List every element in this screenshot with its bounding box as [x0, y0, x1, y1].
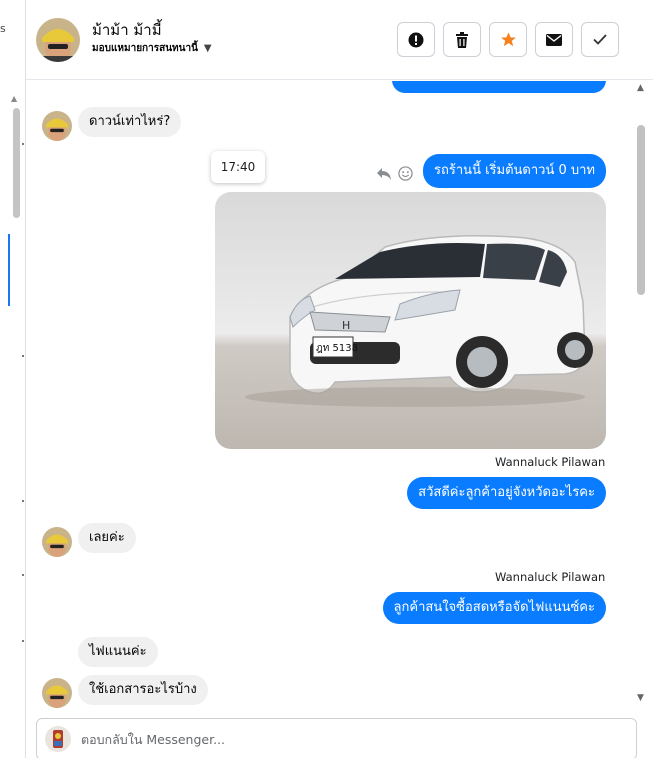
contact-avatar-small[interactable]	[42, 527, 72, 557]
contact-avatar[interactable]	[36, 18, 80, 62]
left-scrollbar-thumb[interactable]	[13, 108, 20, 218]
header-actions	[397, 22, 619, 57]
incoming-message[interactable]: เลยค่ะ	[78, 523, 136, 553]
sender-name: Wannaluck Pilawan	[495, 570, 606, 584]
message-hover-actions	[376, 166, 413, 181]
left-dot	[22, 574, 24, 576]
chat-scrollbar[interactable]: ▲ ▼	[635, 81, 653, 713]
chat-scrollbar-thumb[interactable]	[637, 125, 645, 295]
outgoing-message[interactable]: ลูกค้าสนใจซื้อสดหรือจัดไฟแนนซ์คะ	[382, 592, 606, 624]
sender-name: Wannaluck Pilawan	[495, 455, 606, 469]
follow-up-button[interactable]	[489, 22, 527, 57]
license-plate: ฎท 5138	[316, 343, 358, 354]
caret-down-icon: ▼	[203, 43, 212, 54]
star-icon	[500, 32, 516, 47]
incoming-message[interactable]: ดาวน์เท่าไหร่?	[78, 107, 182, 137]
messenger-window: s ▲ ม้าม้า ม้ามี้ มอบแหมายการสนทนานี้ ▼	[0, 0, 653, 758]
scroll-up-arrow[interactable]: ▲	[637, 83, 644, 93]
message-time-tooltip: 17:40	[211, 151, 265, 183]
left-active-indicator	[8, 234, 10, 306]
delete-button[interactable]	[443, 22, 481, 57]
contact-avatar-small[interactable]	[42, 678, 72, 708]
car-photo-attachment[interactable]: H ฎท 5138	[215, 192, 606, 449]
alert-icon	[408, 32, 424, 47]
message-list[interactable]: ดาวน์เท่าไหร่? 17:40 รถร้านนี้ เริ่มต้นด…	[26, 81, 635, 713]
left-dot	[22, 143, 24, 145]
car-photo: H ฎท 5138	[215, 192, 606, 449]
incoming-message[interactable]: ไฟแนนค่ะ	[78, 637, 158, 667]
left-scroll-up-arrow[interactable]: ▲	[11, 94, 17, 103]
trash-icon	[456, 31, 468, 48]
assign-conversation-dropdown[interactable]: มอบแหมายการสนทนานี้ ▼	[92, 41, 212, 56]
outgoing-message[interactable]: รถร้านนี้ เริ่มต้นดาวน์ 0 บาท	[423, 154, 606, 188]
envelope-icon	[546, 33, 562, 46]
reply-icon[interactable]	[376, 167, 392, 181]
contact-name: ม้าม้า ม้ามี้	[92, 21, 162, 39]
smiley-icon[interactable]	[398, 166, 413, 181]
spam-button[interactable]	[397, 22, 435, 57]
assign-label: มอบแหมายการสนทนานี้	[92, 43, 198, 54]
left-dot	[22, 355, 24, 357]
left-dot	[22, 500, 24, 502]
svg-text:H: H	[342, 319, 350, 332]
left-panel-text-fragment: s	[0, 22, 6, 35]
outgoing-message-partial[interactable]	[392, 81, 606, 93]
reply-composer	[36, 718, 637, 758]
conversation-header: ม้าม้า ม้ามี้ มอบแหมายการสนทนานี้ ▼	[26, 0, 653, 80]
contact-avatar-small[interactable]	[42, 111, 72, 141]
outgoing-message[interactable]: สวัสดีค่ะลูกค้าอยู่จังหวัดอะไรคะ	[407, 477, 606, 509]
left-panel-edge: s ▲	[0, 0, 26, 758]
incoming-message[interactable]: ใช้เอกสารอะไรบ้าง	[78, 675, 208, 705]
page-avatar	[45, 726, 71, 752]
reply-input[interactable]	[81, 729, 621, 749]
mark-unread-button[interactable]	[535, 22, 573, 57]
check-icon	[593, 34, 607, 45]
scroll-down-arrow[interactable]: ▼	[637, 693, 644, 703]
left-dot	[22, 640, 24, 642]
mark-done-button[interactable]	[581, 22, 619, 57]
